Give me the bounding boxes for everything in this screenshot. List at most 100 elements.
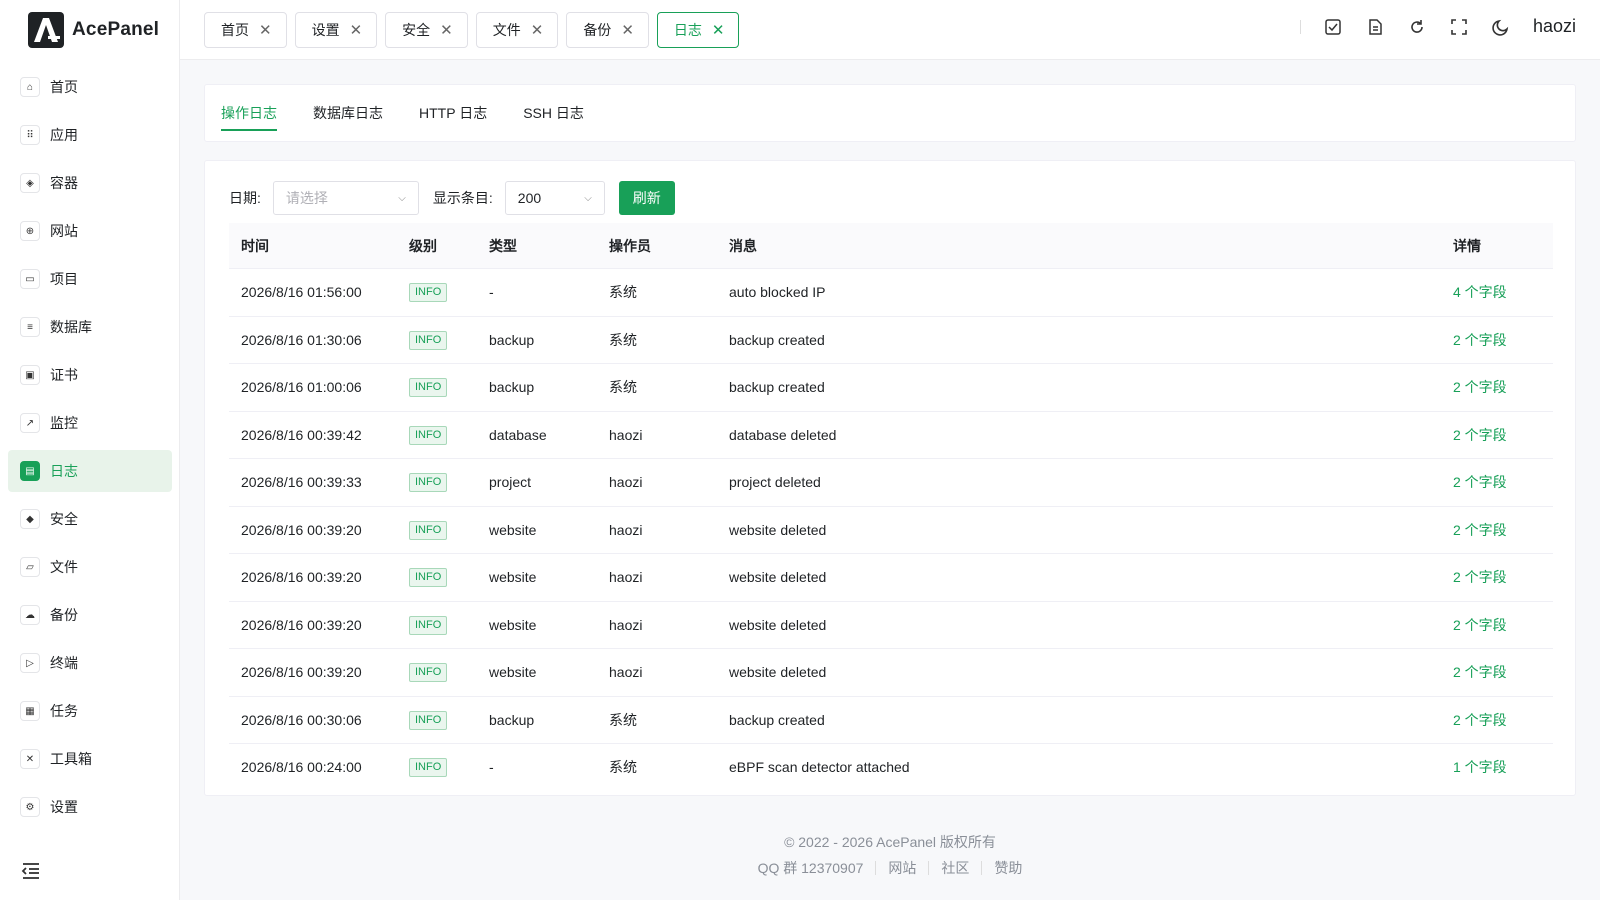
- table-body[interactable]: 2026/8/16 01:56:00 INFO - 系统 auto blocked IP…: [229, 269, 1553, 777]
- footer-link[interactable]: 赞助: [982, 858, 1034, 878]
- page-tab-2[interactable]: 安全 ✕: [385, 12, 468, 48]
- details-link[interactable]: 2 个字段: [1453, 427, 1507, 443]
- sidebar-item-label: 应用: [50, 127, 78, 143]
- fullscreen-icon[interactable]: [1449, 17, 1469, 37]
- close-icon[interactable]: ✕: [712, 23, 725, 38]
- sidebar-item-7[interactable]: ↗ 监控: [8, 402, 172, 444]
- table-cell: 系统: [609, 759, 637, 776]
- sidebar-item-9[interactable]: ◆ 安全: [8, 498, 172, 540]
- sidebar-item-label: 首页: [50, 79, 78, 95]
- table-cell: haozi: [609, 664, 643, 681]
- table-cell: website: [489, 569, 537, 586]
- details-link[interactable]: 2 个字段: [1453, 569, 1507, 585]
- table-cell: 2026/8/16 00:39:20: [241, 616, 362, 633]
- page-tab-3[interactable]: 文件 ✕: [475, 12, 559, 48]
- chart-icon: ↗: [20, 413, 40, 433]
- count-select[interactable]: 200 ⌵: [504, 181, 605, 215]
- table-row: 2026/8/16 01:00:06 INFO backup 系统 backup cre…: [229, 364, 1553, 412]
- sidebar-item-1[interactable]: ⠿ 应用: [8, 114, 172, 156]
- table-cell: INFO: [409, 282, 489, 303]
- close-icon[interactable]: ✕: [440, 23, 453, 38]
- close-icon[interactable]: ✕: [621, 23, 634, 38]
- column-header: 详情: [1453, 237, 1481, 254]
- details-link[interactable]: 2 个字段: [1453, 712, 1507, 728]
- level-badge: INFO: [409, 283, 448, 303]
- details-link[interactable]: 1 个字段: [1453, 759, 1507, 775]
- document-icon[interactable]: [1365, 17, 1385, 37]
- date-picker[interactable]: 请选择 ⌵: [272, 181, 419, 215]
- page-tab-5[interactable]: 日志 ✕: [656, 12, 740, 48]
- refresh-icon[interactable]: [1407, 17, 1427, 37]
- table-cell: 2026/8/16 00:39:20: [241, 664, 362, 681]
- details-link[interactable]: 2 个字段: [1453, 617, 1507, 633]
- table-cell: INFO: [409, 425, 489, 445]
- dark-mode-icon[interactable]: [1491, 17, 1511, 37]
- details-link[interactable]: 2 个字段: [1453, 522, 1507, 538]
- footer: © 2022 - 2026 AcePanel 版权所有 QQ 群 1237090…: [180, 832, 1600, 878]
- close-icon[interactable]: ✕: [259, 23, 272, 38]
- sidebar-item-11[interactable]: ☁ 备份: [8, 594, 172, 636]
- close-icon[interactable]: ✕: [531, 23, 544, 38]
- page-tab-4[interactable]: 备份 ✕: [566, 12, 649, 48]
- table-row: 2026/8/16 01:56:00 INFO - 系统 auto blocked IP…: [229, 269, 1553, 317]
- filter-bar: 日期: 请选择 ⌵ 显示条目: 200 ⌵ 刷新: [229, 181, 675, 215]
- refresh-button[interactable]: 刷新: [618, 181, 675, 215]
- sidebar-item-8[interactable]: ▤ 日志: [8, 450, 172, 492]
- table-row: 2026/8/16 00:39:33 INFO project haozi projec…: [229, 459, 1553, 507]
- sidebar-item-12[interactable]: ▷ 终端: [8, 642, 172, 684]
- table-cell: website deleted: [729, 616, 827, 633]
- log-tab-1[interactable]: 数据库日志: [313, 103, 383, 131]
- table-cell: INFO: [409, 710, 489, 730]
- sidebar-item-5[interactable]: ≡ 数据库: [8, 306, 172, 348]
- details-link[interactable]: 2 个字段: [1453, 332, 1507, 348]
- table-cell: database deleted: [729, 426, 837, 443]
- table-cell: 4 个字段: [1453, 282, 1553, 302]
- column-header: 类型: [489, 237, 517, 254]
- user-menu[interactable]: haozi: [1533, 16, 1576, 37]
- level-badge: INFO: [409, 710, 448, 730]
- page-tab-1[interactable]: 设置 ✕: [294, 12, 378, 48]
- checkbox-icon[interactable]: [1323, 17, 1343, 37]
- page-tab-0[interactable]: 首页 ✕: [204, 12, 287, 48]
- tasks-icon: ▦: [20, 701, 40, 721]
- app-logo[interactable]: AcePanel: [28, 12, 159, 48]
- footer-link[interactable]: 网站: [876, 858, 928, 878]
- column-header: 消息: [729, 237, 757, 254]
- table-cell: 2 个字段: [1453, 567, 1553, 587]
- sidebar-item-13[interactable]: ▦ 任务: [8, 690, 172, 732]
- log-type-tabs-card: 操作日志 数据库日志 HTTP 日志 SSH 日志: [204, 84, 1576, 142]
- collapse-sidebar-icon[interactable]: [20, 860, 42, 882]
- sidebar-item-0[interactable]: ⌂ 首页: [8, 66, 172, 108]
- footer-link[interactable]: 社区: [929, 858, 981, 878]
- log-tab-0[interactable]: 操作日志: [221, 103, 277, 131]
- details-link[interactable]: 2 个字段: [1453, 664, 1507, 680]
- sidebar-item-10[interactable]: ▱ 文件: [8, 546, 172, 588]
- sidebar-item-2[interactable]: ◈ 容器: [8, 162, 172, 204]
- log-tab-2[interactable]: HTTP 日志: [419, 103, 487, 131]
- log-panel: 日期: 请选择 ⌵ 显示条目: 200 ⌵ 刷新 时间 级别 类型 操作员 消息 详情 2…: [204, 160, 1576, 796]
- close-icon[interactable]: ✕: [350, 23, 363, 38]
- column-header: 级别: [409, 237, 437, 254]
- table-cell: -: [489, 759, 494, 776]
- sidebar-item-15[interactable]: ⚙ 设置: [8, 786, 172, 828]
- sidebar-item-14[interactable]: ✕ 工具箱: [8, 738, 172, 780]
- page-tab-label: 安全: [402, 22, 431, 38]
- page-tab-label: 文件: [492, 22, 521, 38]
- details-link[interactable]: 2 个字段: [1453, 379, 1507, 395]
- level-badge: INFO: [409, 473, 448, 493]
- header-actions: haozi: [1299, 16, 1576, 37]
- table-cell: 2 个字段: [1453, 710, 1553, 730]
- table-cell: haozi: [609, 474, 643, 491]
- table-cell: 2 个字段: [1453, 330, 1553, 350]
- page-tab-label: 备份: [583, 22, 612, 38]
- table-cell: INFO: [409, 615, 489, 635]
- sidebar-item-3[interactable]: ⊕ 网站: [8, 210, 172, 252]
- sidebar-item-label: 数据库: [50, 319, 92, 335]
- sidebar-item-4[interactable]: ▭ 项目: [8, 258, 172, 300]
- sidebar-item-6[interactable]: ▣ 证书: [8, 354, 172, 396]
- sidebar-item-label: 监控: [50, 415, 78, 431]
- details-link[interactable]: 4 个字段: [1453, 284, 1507, 300]
- details-link[interactable]: 2 个字段: [1453, 474, 1507, 490]
- table-cell: 2026/8/16 01:56:00: [241, 284, 362, 301]
- log-tab-3[interactable]: SSH 日志: [523, 103, 584, 131]
